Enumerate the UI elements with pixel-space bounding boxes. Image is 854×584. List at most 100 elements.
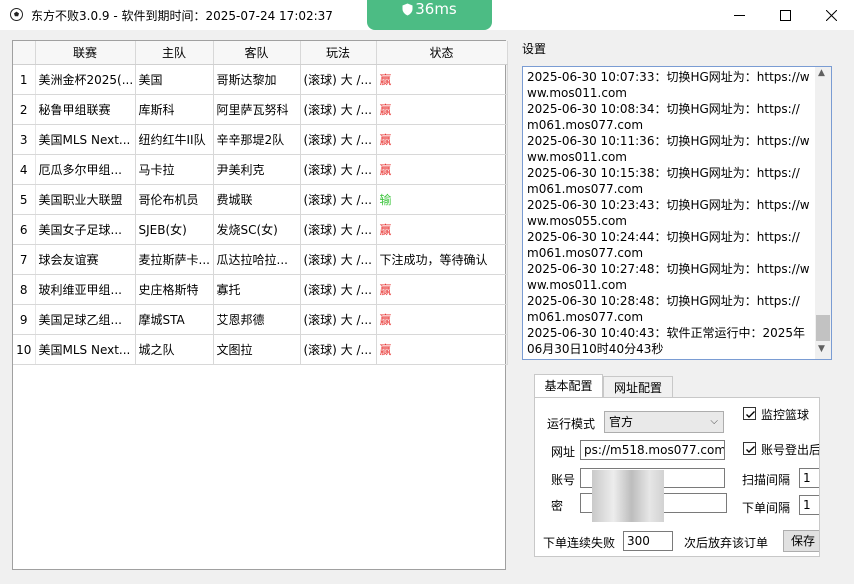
- cell-home: 麦拉斯萨卡...: [135, 244, 214, 275]
- tab-basic-config[interactable]: 基本配置: [534, 374, 603, 398]
- checkmark-icon: [746, 446, 755, 453]
- header-rownum: [13, 41, 36, 65]
- account-logout-checkbox[interactable]: [743, 442, 756, 455]
- scroll-up-icon[interactable]: ▲: [818, 68, 825, 78]
- cell-away: 艾恩邦德: [213, 304, 301, 335]
- cell-away: 费城联: [213, 184, 301, 215]
- cell-play: (滚球) 大 /...: [300, 124, 377, 155]
- cell-league: 秘鲁甲组联赛: [35, 94, 136, 125]
- cell-league: 球会友谊赛: [35, 244, 136, 275]
- orders-grid[interactable]: 联赛 主队 客队 玩法 状态 1 美洲金杯2025(... 美国 哥斯达黎加 (滚球) …: [12, 40, 508, 570]
- cell-home: 美国: [135, 64, 214, 95]
- monitor-basketball-checkbox[interactable]: [743, 407, 756, 420]
- orders-table: 联赛 主队 客队 玩法 状态 1 美洲金杯2025(... 美国 哥斯达黎加 (滚球) …: [13, 41, 508, 365]
- cell-home: 城之队: [135, 334, 214, 365]
- minimize-icon: [733, 14, 745, 16]
- cell-play: (滚球) 大 /...: [300, 334, 377, 365]
- table-row[interactable]: 4 厄瓜多尔甲组... 马卡拉 尹美利克 (滚球) 大 /... 赢: [13, 154, 508, 185]
- cell-status: 赢: [376, 214, 508, 245]
- cell-status: 赢: [376, 64, 508, 95]
- cell-play: (滚球) 大 /...: [300, 274, 377, 305]
- maximize-button[interactable]: [762, 0, 808, 30]
- title-bar: 东方不败3.0.9 - 软件到期时间：2025-07-24 17:02:37 3…: [0, 0, 854, 30]
- cell-league: 美国职业大联盟: [35, 184, 136, 215]
- header-away[interactable]: 客队: [213, 41, 301, 65]
- cell-home: 哥伦布机员: [135, 184, 214, 215]
- account-label: 账号: [551, 473, 576, 487]
- cell-status: 输: [376, 184, 508, 215]
- table-body: 1 美洲金杯2025(... 美国 哥斯达黎加 (滚球) 大 /... 赢 2 秘鲁甲组联赛库…: [13, 64, 508, 365]
- cell-play: (滚球) 大 /...: [300, 64, 377, 95]
- url-label: 网址: [551, 445, 576, 459]
- save-button[interactable]: 保存: [783, 530, 819, 552]
- cell-home: 摩城STA: [135, 304, 214, 335]
- cell-status: 下注成功，等待确认: [376, 244, 508, 275]
- table-row[interactable]: 3 美国MLS Next... 纽约红牛II队 辛辛那堤2队 (滚球) 大 /... 赢: [13, 124, 508, 155]
- fail-count-field[interactable]: 300: [623, 531, 673, 551]
- account-logout-label: 账号登出后: [761, 443, 820, 457]
- cell-home: SJEB(女): [135, 214, 214, 245]
- cell-away: 尹美利克: [213, 154, 301, 185]
- ping-value: 36ms: [415, 0, 457, 18]
- cell-play: (滚球) 大 /...: [300, 244, 377, 275]
- row-number: 4: [13, 154, 36, 185]
- log-scrollbar[interactable]: ▲ ▼: [815, 67, 831, 359]
- cell-status: 赢: [376, 124, 508, 155]
- tab-url-config[interactable]: 网址配置: [603, 376, 673, 398]
- header-league[interactable]: 联赛: [35, 41, 136, 65]
- basic-config-panel: 运行模式 官方 ⌵ 监控篮球 网址 ps://m518.mos077.com 账…: [534, 397, 820, 557]
- row-number: 6: [13, 214, 36, 245]
- table-row[interactable]: 5 美国职业大联盟 哥伦布机员 费城联 (滚球) 大 /... 输: [13, 184, 508, 215]
- cell-status: 赢: [376, 154, 508, 185]
- table-header: 联赛 主队 客队 玩法 状态: [13, 41, 508, 65]
- scrollbar-thumb[interactable]: [816, 315, 830, 341]
- cell-status: 赢: [376, 304, 508, 335]
- header-play[interactable]: 玩法: [300, 41, 377, 65]
- row-number: 9: [13, 304, 36, 335]
- close-button[interactable]: [808, 0, 854, 30]
- cell-away: 阿里萨瓦努科: [213, 94, 301, 125]
- log-text: 2025-06-30 10:07:33：切换HG网址为：https://www.…: [527, 70, 810, 356]
- settings-label: 设置: [522, 42, 547, 56]
- table-row[interactable]: 7 球会友谊赛 麦拉斯萨卡... 瓜达拉哈拉... (滚球) 大 /... 下注成功，等待…: [13, 244, 508, 275]
- monitor-basketball-label: 监控篮球: [761, 408, 810, 422]
- table-row[interactable]: 6 美国女子足球... SJEB(女) 发烧SC(女) (滚球) 大 /... 赢: [13, 214, 508, 245]
- cell-league: 美国女子足球...: [35, 214, 136, 245]
- row-number: 10: [13, 334, 36, 365]
- cell-home: 库斯科: [135, 94, 214, 125]
- row-number: 8: [13, 274, 36, 305]
- cell-league: 美洲金杯2025(...: [35, 64, 136, 95]
- cell-home: 马卡拉: [135, 154, 214, 185]
- cell-play: (滚球) 大 /...: [300, 304, 377, 335]
- scroll-down-icon[interactable]: ▼: [818, 344, 825, 354]
- minimize-button[interactable]: [716, 0, 762, 30]
- url-field[interactable]: ps://m518.mos077.com: [580, 440, 725, 460]
- header-status[interactable]: 状态: [376, 41, 508, 65]
- cell-away: 发烧SC(女): [213, 214, 301, 245]
- maximize-icon: [779, 9, 791, 21]
- table-row[interactable]: 9 美国足球乙组... 摩城STA 艾恩邦德 (滚球) 大 /... 赢: [13, 304, 508, 335]
- fail-suffix-label: 次后放弃该订单: [684, 536, 769, 550]
- table-row[interactable]: 10 美国MLS Next... 城之队 文图拉 (滚球) 大 /... 赢: [13, 334, 508, 365]
- table-row[interactable]: 8 玻利维亚甲组... 史庄格斯特 寡托 (滚球) 大 /... 赢: [13, 274, 508, 305]
- soccer-ball-icon: [10, 8, 23, 21]
- log-output[interactable]: 2025-06-30 10:07:33：切换HG网址为：https://www.…: [522, 66, 832, 360]
- cell-away: 哥斯达黎加: [213, 64, 301, 95]
- cell-away: 寡托: [213, 274, 301, 305]
- mode-select[interactable]: 官方 ⌵: [604, 411, 724, 433]
- cell-away: 瓜达拉哈拉...: [213, 244, 301, 275]
- cell-play: (滚球) 大 /...: [300, 94, 377, 125]
- order-interval-field[interactable]: 1: [799, 495, 819, 515]
- close-icon: [825, 9, 837, 21]
- cell-status: 赢: [376, 334, 508, 365]
- cell-league: 美国MLS Next...: [35, 334, 136, 365]
- fail-label: 下单连续失败: [543, 536, 616, 550]
- ping-indicator: 36ms: [367, 0, 492, 30]
- table-row[interactable]: 1 美洲金杯2025(... 美国 哥斯达黎加 (滚球) 大 /... 赢: [13, 64, 508, 95]
- table-row[interactable]: 2 秘鲁甲组联赛 库斯科 阿里萨瓦努科 (滚球) 大 /... 赢: [13, 94, 508, 125]
- order-interval-label: 下单间隔: [742, 501, 791, 515]
- cell-play: (滚球) 大 /...: [300, 214, 377, 245]
- header-home[interactable]: 主队: [135, 41, 214, 65]
- scan-interval-field[interactable]: 1: [799, 468, 819, 488]
- row-number: 5: [13, 184, 36, 215]
